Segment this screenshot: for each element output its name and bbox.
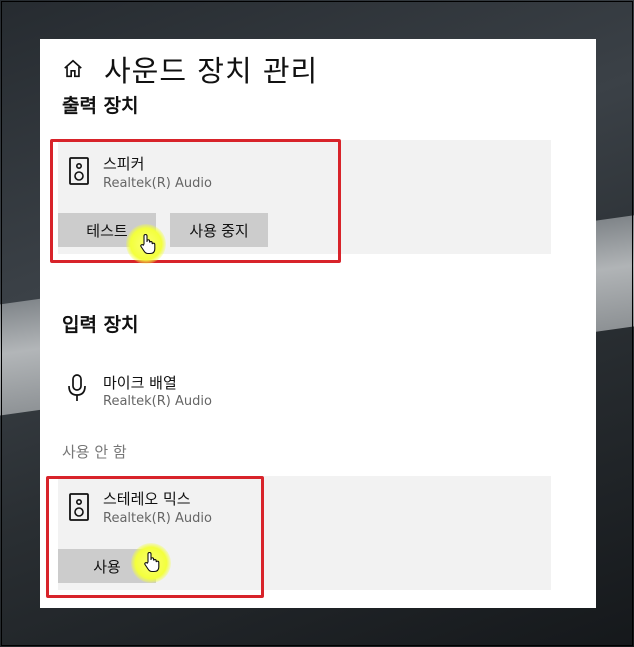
output-section-title: 출력 장치 bbox=[62, 95, 139, 117]
home-icon[interactable] bbox=[62, 58, 84, 80]
input-section-title: 입력 장치 bbox=[62, 314, 139, 336]
disabled-section-label: 사용 안 함 bbox=[62, 443, 127, 461]
speaker-highlight-box bbox=[50, 139, 341, 263]
hand-cursor-icon bbox=[140, 233, 156, 255]
page-title: 사운드 장치 관리 bbox=[104, 54, 319, 88]
microphone-device-driver: Realtek(R) Audio bbox=[103, 394, 212, 409]
microphone-device-name: 마이크 배열 bbox=[103, 374, 177, 392]
hand-cursor-icon bbox=[144, 551, 160, 573]
page-header: 사운드 장치 관리 bbox=[62, 49, 318, 89]
microphone-device-row[interactable]: 마이크 배열 Realtek(R) Audio bbox=[58, 364, 551, 414]
microphone-icon bbox=[68, 374, 86, 401]
